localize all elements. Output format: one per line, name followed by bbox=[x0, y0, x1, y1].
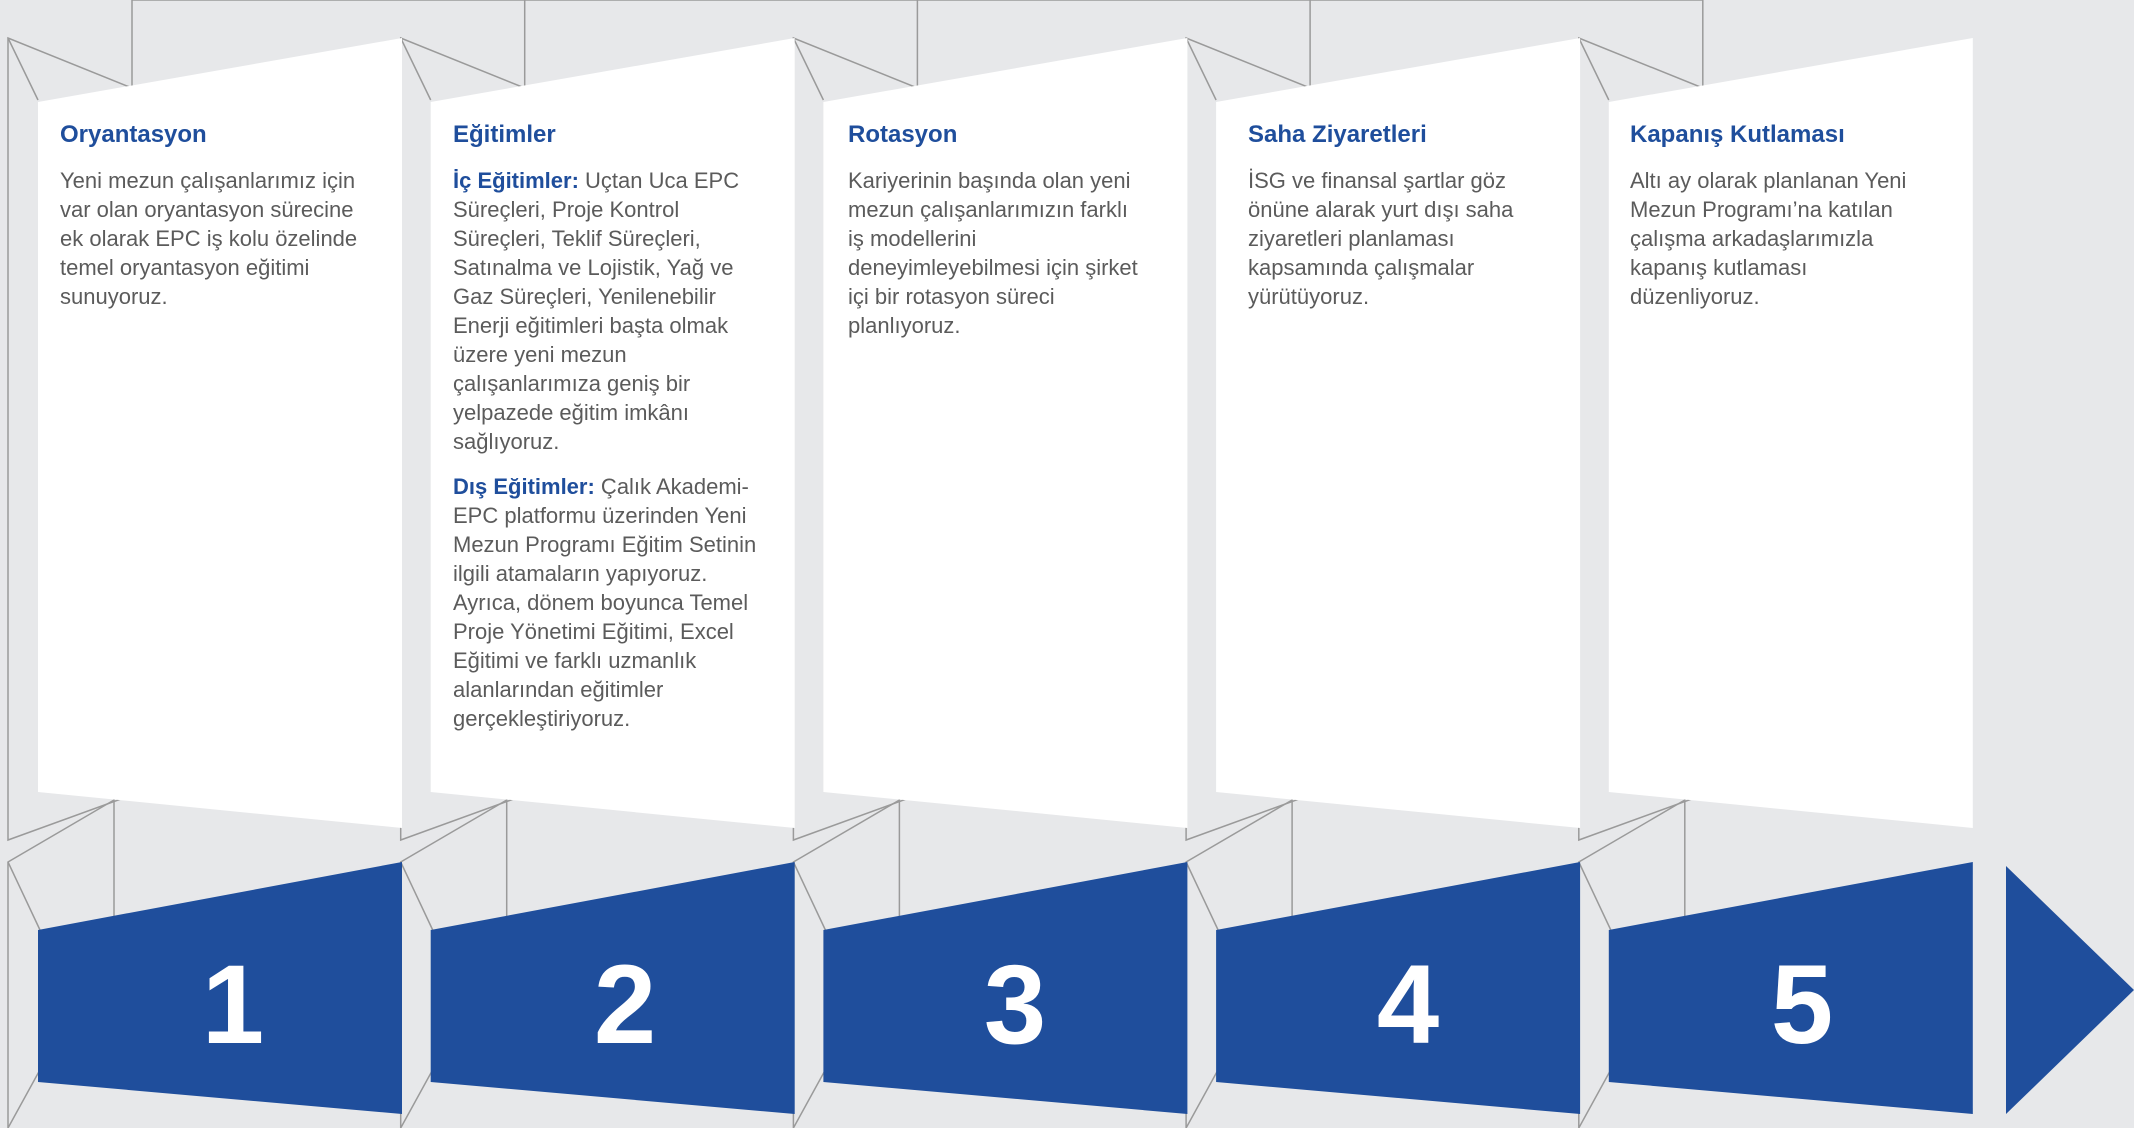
fold-crease bbox=[400, 37, 432, 101]
paragraph-text: Çalık Akademi-EPC platformu üzerinden Ye… bbox=[453, 474, 757, 731]
step-description: İç Eğitimler: Uçtan Uca EPC Süreçleri, P… bbox=[453, 166, 765, 456]
end-arrow-icon bbox=[2006, 866, 2134, 1114]
step-title: Eğitimler bbox=[453, 121, 556, 148]
step-description: Kariyerinin başında olan yeni mezun çalı… bbox=[848, 166, 1138, 340]
step-card-5: Kapanış Kutlaması Altı ay olarak planlan… bbox=[1630, 120, 1930, 327]
step-title: Oryantasyon bbox=[60, 121, 207, 148]
paragraph-text: Altı ay olarak planlanan Yeni Mezun Prog… bbox=[1630, 168, 1907, 309]
step-number-1: 1 bbox=[201, 942, 265, 1067]
band-fold-crease bbox=[792, 861, 827, 931]
step-number-3: 3 bbox=[983, 942, 1047, 1067]
paragraph-text: Yeni mezun çalışanlarımız için var olan … bbox=[60, 168, 358, 309]
step-description: Yeni mezun çalışanlarımız için var olan … bbox=[60, 166, 370, 311]
step-number-5: 5 bbox=[1770, 942, 1834, 1067]
band-fold-crease bbox=[7, 861, 41, 931]
paragraph-text: Uçtan Uca EPC Süreçleri, Proje Kontrol S… bbox=[453, 168, 740, 454]
step-description: Dış Eğitimler: Çalık Akademi-EPC platfor… bbox=[453, 472, 765, 733]
inline-heading: İç Eğitimler: bbox=[453, 168, 579, 193]
step-card-2: Eğitimler İç Eğitimler: Uçtan Uca EPC Sü… bbox=[453, 120, 765, 749]
step-description: İSG ve finansal şartlar göz önüne alarak… bbox=[1248, 166, 1528, 311]
band-fold-crease bbox=[1185, 861, 1219, 931]
step-card-4: Saha Ziyaretleri İSG ve finansal şartlar… bbox=[1248, 120, 1528, 327]
fold-crease bbox=[792, 37, 825, 101]
step-title: Saha Ziyaretleri bbox=[1248, 121, 1427, 148]
fold-crease bbox=[7, 37, 39, 101]
fold-crease bbox=[1185, 37, 1217, 101]
band-fold-crease bbox=[400, 861, 434, 931]
inline-heading: Dış Eğitimler: bbox=[453, 474, 595, 499]
step-card-3: Rotasyon Kariyerinin başında olan yeni m… bbox=[848, 120, 1138, 356]
paragraph-text: İSG ve finansal şartlar göz önüne alarak… bbox=[1248, 168, 1514, 309]
step-title: Rotasyon bbox=[848, 121, 958, 148]
fold-crease bbox=[1578, 37, 1610, 101]
paragraph-text: Kariyerinin başında olan yeni mezun çalı… bbox=[848, 168, 1138, 338]
step-number-2: 2 bbox=[593, 942, 657, 1067]
step-number-4: 4 bbox=[1376, 942, 1440, 1067]
step-description: Altı ay olarak planlanan Yeni Mezun Prog… bbox=[1630, 166, 1930, 311]
step-card-1: Oryantasyon Yeni mezun çalışanlarımız iç… bbox=[60, 120, 370, 327]
band-fold-crease bbox=[1578, 861, 1612, 931]
step-title: Kapanış Kutlaması bbox=[1630, 121, 1845, 148]
